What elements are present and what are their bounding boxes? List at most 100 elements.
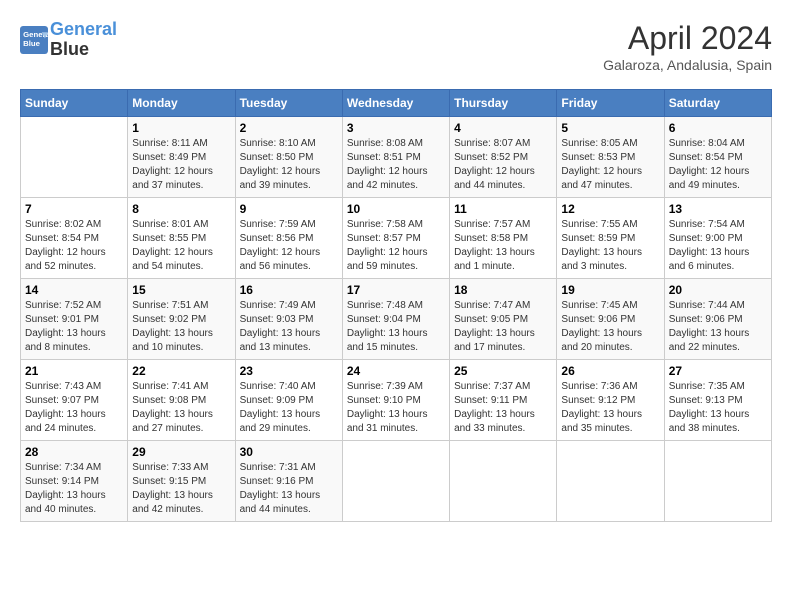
calendar-cell: 1 Sunrise: 8:11 AMSunset: 8:49 PMDaylight… xyxy=(128,117,235,198)
day-info: Sunrise: 7:36 AMSunset: 9:12 PMDaylight:… xyxy=(561,380,659,436)
day-info: Sunrise: 7:41 AMSunset: 9:08 PMDaylight:… xyxy=(132,380,230,436)
header-cell-tuesday: Tuesday xyxy=(235,90,342,117)
header-cell-monday: Monday xyxy=(128,90,235,117)
logo-text: GeneralBlue xyxy=(50,20,117,60)
day-number: 21 xyxy=(25,364,123,378)
day-number: 28 xyxy=(25,445,123,459)
day-info: Sunrise: 8:11 AMSunset: 8:49 PMDaylight:… xyxy=(132,137,230,193)
day-info: Sunrise: 7:58 AMSunset: 8:57 PMDaylight:… xyxy=(347,218,445,274)
day-number: 1 xyxy=(132,121,230,135)
day-info: Sunrise: 7:33 AMSunset: 9:15 PMDaylight:… xyxy=(132,461,230,517)
calendar-cell: 25Sunrise: 7:37 AMSunset: 9:11 PMDayligh… xyxy=(450,360,557,441)
day-info: Sunrise: 7:39 AMSunset: 9:10 PMDaylight:… xyxy=(347,380,445,436)
calendar-cell: 20 Sunrise: 7:44 AMSunset: 9:06 PMDayligh… xyxy=(664,279,771,360)
calendar-cell: 6Sunrise: 8:04 AMSunset: 8:54 PMDaylight… xyxy=(664,117,771,198)
day-number: 19 xyxy=(561,283,659,297)
day-info: Sunrise: 7:51 AMSunset: 9:02 PMDaylight:… xyxy=(132,299,230,355)
day-info: Sunrise: 8:02 AMSunset: 8:54 PMDaylight:… xyxy=(25,218,123,274)
day-number: 16 xyxy=(240,283,338,297)
calendar-cell: 4 Sunrise: 8:07 AMSunset: 8:52 PMDaylight… xyxy=(450,117,557,198)
day-number: 12 xyxy=(561,202,659,216)
calendar-cell: 18Sunrise: 7:47 AMSunset: 9:05 PMDayligh… xyxy=(450,279,557,360)
day-number: 6 xyxy=(669,121,767,135)
day-number: 15 xyxy=(132,283,230,297)
day-number: 17 xyxy=(347,283,445,297)
day-number: 29 xyxy=(132,445,230,459)
day-info: Sunrise: 7:52 AMSunset: 9:01 PMDaylight:… xyxy=(25,299,123,355)
day-info: Sunrise: 8:08 AMSunset: 8:51 PMDaylight:… xyxy=(347,137,445,193)
location-subtitle: Galaroza, Andalusia, Spain xyxy=(603,57,772,73)
day-info: Sunrise: 8:05 AMSunset: 8:53 PMDaylight:… xyxy=(561,137,659,193)
day-info: Sunrise: 7:54 AMSunset: 9:00 PMDaylight:… xyxy=(669,218,767,274)
day-info: Sunrise: 8:10 AMSunset: 8:50 PMDaylight:… xyxy=(240,137,338,193)
calendar-cell: 15 Sunrise: 7:51 AMSunset: 9:02 PMDayligh… xyxy=(128,279,235,360)
day-number: 26 xyxy=(561,364,659,378)
day-number: 14 xyxy=(25,283,123,297)
day-info: Sunrise: 7:44 AMSunset: 9:06 PMDaylight:… xyxy=(669,299,767,355)
calendar-body: 1 Sunrise: 8:11 AMSunset: 8:49 PMDaylight… xyxy=(21,117,772,522)
day-info: Sunrise: 7:59 AMSunset: 8:56 PMDaylight:… xyxy=(240,218,338,274)
logo: General Blue GeneralBlue xyxy=(20,20,117,60)
calendar-cell: 16 Sunrise: 7:49 AMSunset: 9:03 PMDayligh… xyxy=(235,279,342,360)
day-number: 3 xyxy=(347,121,445,135)
calendar-cell: 19 Sunrise: 7:45 AMSunset: 9:06 PMDayligh… xyxy=(557,279,664,360)
calendar-cell: 27Sunrise: 7:35 AMSunset: 9:13 PMDayligh… xyxy=(664,360,771,441)
title-block: April 2024 Galaroza, Andalusia, Spain xyxy=(603,20,772,73)
day-number: 5 xyxy=(561,121,659,135)
day-number: 20 xyxy=(669,283,767,297)
calendar-cell: 3 Sunrise: 8:08 AMSunset: 8:51 PMDaylight… xyxy=(342,117,449,198)
header-cell-wednesday: Wednesday xyxy=(342,90,449,117)
calendar-cell xyxy=(557,441,664,522)
day-number: 30 xyxy=(240,445,338,459)
calendar-week-2: 7Sunrise: 8:02 AMSunset: 8:54 PMDaylight… xyxy=(21,198,772,279)
header-cell-sunday: Sunday xyxy=(21,90,128,117)
calendar-week-3: 14 Sunrise: 7:52 AMSunset: 9:01 PMDayligh… xyxy=(21,279,772,360)
day-info: Sunrise: 7:49 AMSunset: 9:03 PMDaylight:… xyxy=(240,299,338,355)
calendar-cell: 28 Sunrise: 7:34 AMSunset: 9:14 PMDayligh… xyxy=(21,441,128,522)
day-info: Sunrise: 8:01 AMSunset: 8:55 PMDaylight:… xyxy=(132,218,230,274)
calendar-cell: 29 Sunrise: 7:33 AMSunset: 9:15 PMDayligh… xyxy=(128,441,235,522)
calendar-cell: 23 Sunrise: 7:40 AMSunset: 9:09 PMDayligh… xyxy=(235,360,342,441)
header-cell-saturday: Saturday xyxy=(664,90,771,117)
day-number: 9 xyxy=(240,202,338,216)
calendar-cell: 24 Sunrise: 7:39 AMSunset: 9:10 PMDayligh… xyxy=(342,360,449,441)
calendar-cell: 26 Sunrise: 7:36 AMSunset: 9:12 PMDayligh… xyxy=(557,360,664,441)
calendar-cell xyxy=(21,117,128,198)
day-info: Sunrise: 7:55 AMSunset: 8:59 PMDaylight:… xyxy=(561,218,659,274)
calendar-cell: 11 Sunrise: 7:57 AMSunset: 8:58 PMDayligh… xyxy=(450,198,557,279)
header-row: SundayMondayTuesdayWednesdayThursdayFrid… xyxy=(21,90,772,117)
day-number: 10 xyxy=(347,202,445,216)
calendar-cell xyxy=(450,441,557,522)
calendar-cell: 5 Sunrise: 8:05 AMSunset: 8:53 PMDaylight… xyxy=(557,117,664,198)
calendar-week-1: 1 Sunrise: 8:11 AMSunset: 8:49 PMDaylight… xyxy=(21,117,772,198)
calendar-cell: 12 Sunrise: 7:55 AMSunset: 8:59 PMDayligh… xyxy=(557,198,664,279)
day-info: Sunrise: 7:47 AMSunset: 9:05 PMDaylight:… xyxy=(454,299,552,355)
day-number: 11 xyxy=(454,202,552,216)
day-info: Sunrise: 7:43 AMSunset: 9:07 PMDaylight:… xyxy=(25,380,123,436)
month-title: April 2024 xyxy=(603,20,772,57)
day-number: 22 xyxy=(132,364,230,378)
svg-text:Blue: Blue xyxy=(23,39,41,48)
day-number: 4 xyxy=(454,121,552,135)
day-number: 24 xyxy=(347,364,445,378)
header-cell-thursday: Thursday xyxy=(450,90,557,117)
day-info: Sunrise: 7:45 AMSunset: 9:06 PMDaylight:… xyxy=(561,299,659,355)
calendar-week-5: 28 Sunrise: 7:34 AMSunset: 9:14 PMDayligh… xyxy=(21,441,772,522)
day-info: Sunrise: 7:34 AMSunset: 9:14 PMDaylight:… xyxy=(25,461,123,517)
calendar-cell xyxy=(342,441,449,522)
calendar-cell: 13Sunrise: 7:54 AMSunset: 9:00 PMDayligh… xyxy=(664,198,771,279)
calendar-cell: 8 Sunrise: 8:01 AMSunset: 8:55 PMDaylight… xyxy=(128,198,235,279)
day-info: Sunrise: 7:31 AMSunset: 9:16 PMDaylight:… xyxy=(240,461,338,517)
day-number: 8 xyxy=(132,202,230,216)
day-number: 2 xyxy=(240,121,338,135)
day-info: Sunrise: 8:07 AMSunset: 8:52 PMDaylight:… xyxy=(454,137,552,193)
day-number: 23 xyxy=(240,364,338,378)
calendar-cell: 22 Sunrise: 7:41 AMSunset: 9:08 PMDayligh… xyxy=(128,360,235,441)
day-info: Sunrise: 7:57 AMSunset: 8:58 PMDaylight:… xyxy=(454,218,552,274)
day-info: Sunrise: 7:40 AMSunset: 9:09 PMDaylight:… xyxy=(240,380,338,436)
calendar-week-4: 21 Sunrise: 7:43 AMSunset: 9:07 PMDayligh… xyxy=(21,360,772,441)
calendar-cell: 10 Sunrise: 7:58 AMSunset: 8:57 PMDayligh… xyxy=(342,198,449,279)
calendar-cell: 14 Sunrise: 7:52 AMSunset: 9:01 PMDayligh… xyxy=(21,279,128,360)
calendar-cell: 7Sunrise: 8:02 AMSunset: 8:54 PMDaylight… xyxy=(21,198,128,279)
calendar-header: SundayMondayTuesdayWednesdayThursdayFrid… xyxy=(21,90,772,117)
